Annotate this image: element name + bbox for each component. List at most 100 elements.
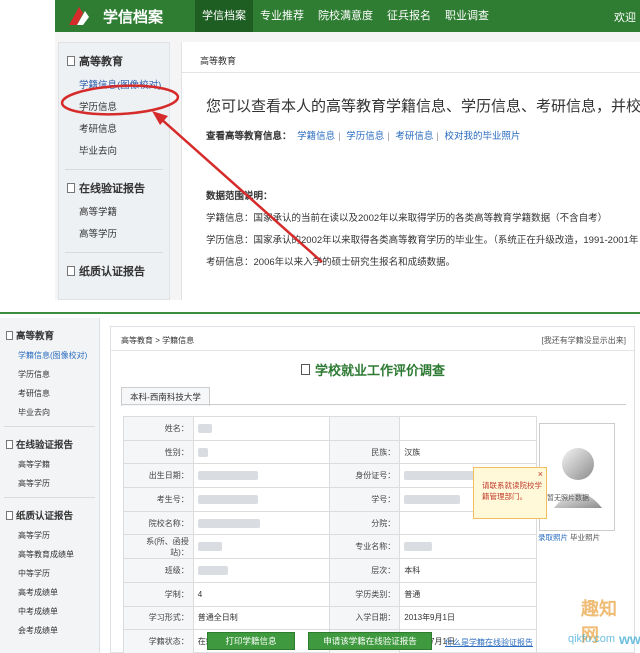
sidebar-section-higher-edu[interactable]: 高等教育 (67, 53, 169, 69)
row-label (329, 416, 400, 441)
link-degree[interactable]: 学历信息 (346, 131, 384, 142)
sidebar-item-enrollment[interactable]: 学籍信息(图像校对) (0, 346, 99, 365)
sidebar-item-online-degree[interactable]: 高等学历 (0, 474, 99, 493)
redacted-value (404, 542, 433, 552)
sidebar-item-postgrad[interactable]: 考研信息 (0, 384, 99, 403)
sidebar-item-paper-transcript[interactable]: 高等教育成绩单 (0, 545, 99, 564)
document-icon (6, 439, 13, 449)
logo-text: 学信档案 (103, 9, 164, 26)
document-icon (301, 364, 310, 375)
sidebar-section-label: 在线验证报告 (16, 440, 74, 451)
row-value (192, 534, 331, 560)
apply-report-button[interactable]: 申请该学籍在线验证报告 (308, 632, 432, 650)
row-label: 性别： (123, 439, 194, 465)
scope-line-enrollment: 学籍信息：国家承认的当前在读以及2002年以来取得学历的各类高等教育学籍数据（不… (206, 213, 608, 224)
sidebar-item-degree[interactable]: 学历信息 (67, 97, 169, 119)
sidebar-section-online-report[interactable]: 在线验证报告 (6, 437, 99, 451)
link-photo-check[interactable]: 校对我的毕业照片 (445, 131, 521, 142)
sidebar-item-destination[interactable]: 毕业去向 (0, 403, 99, 422)
row-value (192, 463, 331, 489)
nav-item-enlist[interactable]: 征兵报名 (380, 0, 438, 32)
row-value: 汉族 (399, 439, 537, 465)
redacted-value (404, 471, 475, 481)
sidebar-item-online-degree[interactable]: 高等学历 (67, 224, 169, 246)
sidebar-item-degree[interactable]: 学历信息 (0, 365, 99, 384)
admission-photo-link[interactable]: 录取照片 (538, 533, 568, 542)
tooltip-text: 请联系就读院校学籍管理部门。 (482, 481, 542, 501)
sidebar-section-higher-edu[interactable]: 高等教育 (6, 328, 99, 342)
nav-item-career[interactable]: 职业调查 (438, 0, 496, 32)
table-row: 系(所、函授站)： 专业名称： (123, 534, 537, 560)
photo-frame (539, 423, 615, 531)
sidebar-section-paper-report[interactable]: 纸质认证报告 (6, 508, 99, 522)
sidebar-item-paper-secondary[interactable]: 中等学历 (0, 564, 99, 583)
survey-title[interactable]: 学校就业工作评价调查 (301, 360, 445, 379)
sidebar-item-enrollment[interactable]: 学籍信息(图像校对) (67, 75, 169, 97)
scope-line-degree: 学历信息：国家承认的2002年以来取得各类高等教育学历的毕业生。（系统正在升级改… (206, 235, 639, 246)
row-label: 民族： (329, 439, 401, 465)
nav-item-major[interactable]: 专业推荐 (253, 0, 311, 32)
document-icon (67, 183, 75, 193)
divider (65, 169, 163, 170)
sidebar-item-online-enrollment[interactable]: 高等学籍 (0, 455, 99, 474)
document-icon (6, 330, 13, 340)
row-label: 班级： (123, 558, 194, 583)
sidebar-item-postgrad[interactable]: 考研信息 (67, 119, 169, 141)
redacted-value (197, 424, 212, 434)
sidebar-item-destination[interactable]: 毕业去向 (67, 141, 169, 163)
row-label: 出生日期： (123, 463, 194, 489)
breadcrumb: 高等教育 (200, 56, 237, 66)
table-row: 性别： 民族： 汉族 (123, 439, 537, 465)
close-icon[interactable]: × (538, 469, 543, 480)
graduation-photo-label: 毕业照片 (570, 533, 601, 542)
row-label: 入学日期： (329, 605, 401, 631)
divider (121, 404, 626, 405)
row-label: 学籍状态： (123, 629, 194, 653)
missing-enrollment-link[interactable]: [我还有学籍没显示出来] (542, 335, 626, 346)
row-label: 考生号： (123, 487, 194, 512)
row-label: 系(所、函授站)： (123, 534, 194, 560)
query-label: 查看高等教育信息： (206, 131, 292, 142)
document-icon (67, 56, 75, 66)
what-is-report-link[interactable]: 什么是学籍在线验证报告 (445, 637, 533, 648)
nav-item-satisfaction[interactable]: 院校满意度 (311, 0, 380, 32)
document-icon (67, 266, 75, 276)
sidebar-item-online-enrollment[interactable]: 高等学籍 (67, 202, 169, 224)
sidebar-item-paper-huikao[interactable]: 会考成绩单 (0, 621, 99, 640)
page-headline: 您可以查看本人的高等教育学籍信息、学历信息、考研信息，并校对本 (206, 98, 640, 115)
link-enrollment[interactable]: 学籍信息 (297, 131, 335, 142)
row-value (192, 558, 331, 583)
sidebar-item-paper-gaokao[interactable]: 高考成绩单 (0, 583, 99, 602)
bottom-main-panel: 高等教育 > 学籍信息 [我还有学籍没显示出来] 学校就业工作评价调查 本科-西… (110, 326, 640, 653)
print-enrollment-button[interactable]: 打印学籍信息 (207, 632, 295, 650)
top-screenshot: 学信档案 学信档案 专业推荐 院校满意度 征兵报名 职业调查 欢迎 高等教育 学… (55, 0, 640, 300)
breadcrumb: 高等教育 > 学籍信息 (121, 336, 195, 345)
table-row: 学习形式： 普通全日制 入学日期： 2013年9月1日 (123, 605, 537, 631)
row-label: 院校名称： (123, 510, 194, 536)
sidebar-section-label: 高等教育 (79, 56, 123, 68)
sidebar-section-paper-report[interactable]: 纸质认证报告 (67, 263, 169, 279)
sidebar-section-online-report[interactable]: 在线验证报告 (67, 180, 169, 196)
redacted-value (197, 566, 228, 576)
redacted-value (197, 471, 258, 481)
table-row: 学制： 4 学历类别： 普通 (123, 581, 537, 607)
sidebar-item-paper-zhongkao[interactable]: 中考成绩单 (0, 602, 99, 621)
nav-item-xuexin[interactable]: 学信档案 (195, 0, 253, 32)
logo-icon (69, 7, 89, 25)
photo-hint: 暂无照片数据 (547, 495, 589, 502)
tooltip: × 请联系就读院校学籍管理部门。 (473, 467, 547, 519)
divider (0, 312, 640, 314)
sidebar-item-paper-degree[interactable]: 高等学历 (0, 526, 99, 545)
avatar-icon (554, 448, 602, 508)
row-label: 学制： (123, 581, 194, 607)
row-value (192, 416, 331, 441)
top-main-panel: 高等教育 您可以查看本人的高等教育学籍信息、学历信息、考研信息，并校对本 查看高… (181, 42, 640, 300)
row-value: 2013年9月1日 (399, 605, 537, 631)
row-value (399, 534, 537, 560)
row-value: 普通全日制 (192, 605, 331, 631)
bottom-screenshot: 高等教育 学籍信息(图像校对) 学历信息 考研信息 毕业去向 在线验证报告 高等… (0, 312, 640, 653)
top-nav-items: 学信档案 专业推荐 院校满意度 征兵报名 职业调查 (195, 0, 496, 32)
redacted-value (197, 447, 208, 457)
link-postgrad[interactable]: 考研信息 (395, 131, 433, 142)
table-row: 姓名： (123, 416, 537, 441)
